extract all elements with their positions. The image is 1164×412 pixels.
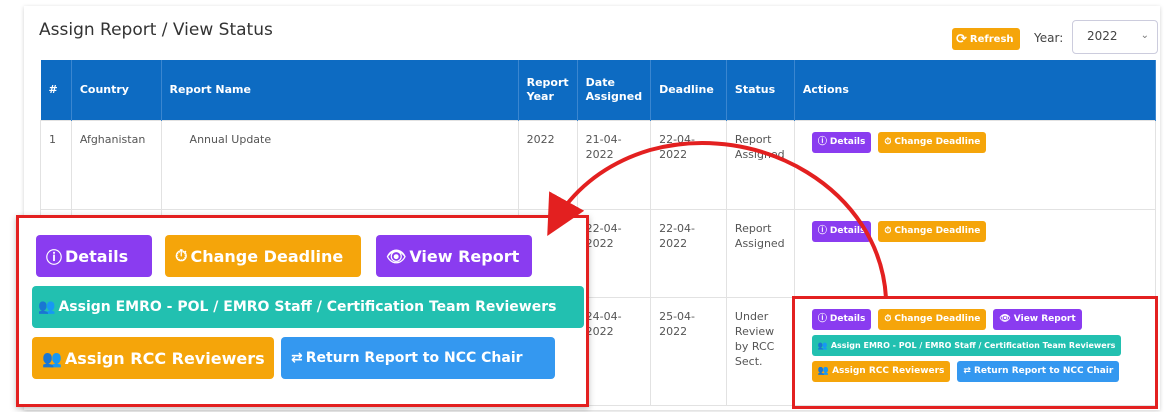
callout-arrow <box>547 141 888 299</box>
